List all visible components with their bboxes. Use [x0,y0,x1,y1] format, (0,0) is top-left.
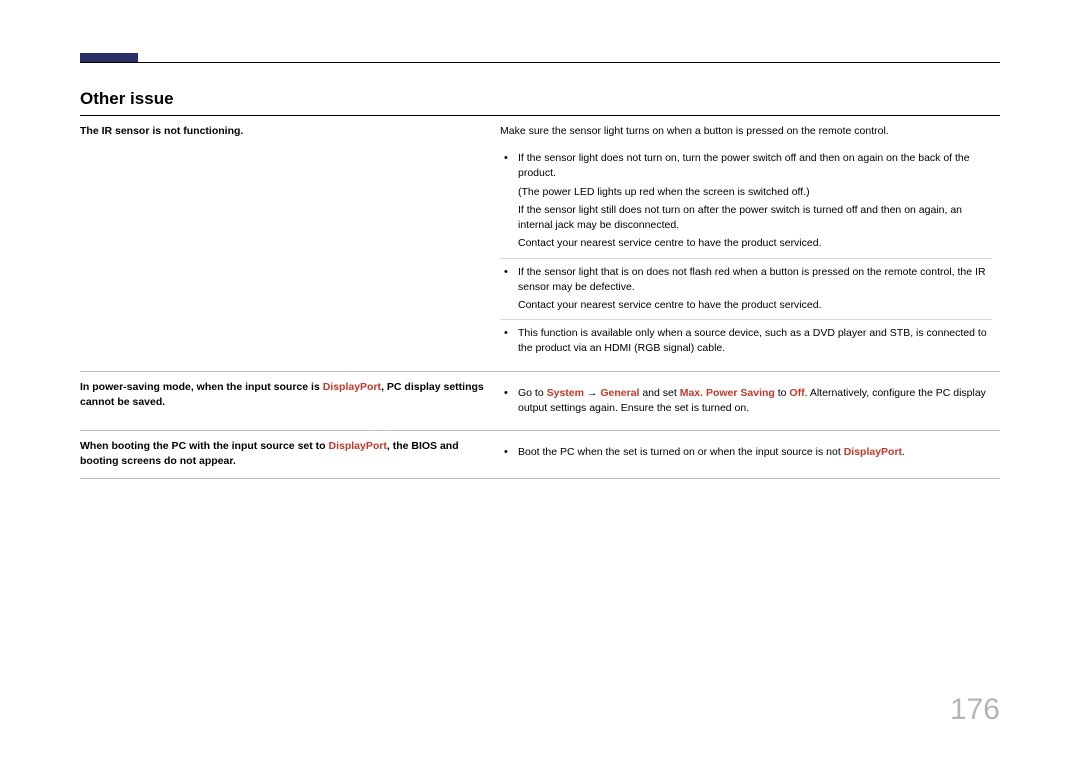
table-row: When booting the PC with the input sourc… [80,431,1000,478]
highlight-term: DisplayPort [329,440,387,452]
highlight-term: Max. Power Saving [680,387,775,399]
header-rule [80,62,1000,63]
table-row [80,478,1000,479]
table-row: In power-saving mode, when the input sou… [80,371,1000,430]
issue-cell: When booting the PC with the input sourc… [80,431,500,478]
issue-text: When booting the PC with the input sourc… [80,440,329,452]
solution-text: . [902,446,905,458]
list-item: Go to System → General and set Max. Powe… [500,380,992,422]
solution-list: Go to System → General and set Max. Powe… [500,380,992,422]
highlight-term: System [547,387,584,399]
issue-text: In power-saving mode, when the input sou… [80,381,323,393]
solution-text: to [775,387,790,399]
highlight-term: DisplayPort [844,446,902,458]
list-item: If the sensor light does not turn on, tu… [500,145,992,257]
solution-text: If the sensor light still does not turn … [518,203,992,233]
list-item: Boot the PC when the set is turned on or… [500,439,992,466]
table-row: The IR sensor is not functioning. Make s… [80,116,1000,372]
highlight-term: DisplayPort [323,381,381,393]
arrow-icon: → [584,387,600,399]
list-item: If the sensor light that is on does not … [500,258,992,320]
solution-text: Go to [518,387,547,399]
solution-intro: Make sure the sensor light turns on when… [500,124,992,139]
solution-text: This function is available only when a s… [518,327,987,354]
issue-cell: The IR sensor is not functioning. [80,116,500,372]
solution-cell: Boot the PC when the set is turned on or… [500,431,1000,478]
solution-text: Contact your nearest service centre to h… [518,236,992,251]
highlight-term: General [600,387,639,399]
solution-text: Boot the PC when the set is turned on or… [518,446,844,458]
troubleshooting-table: The IR sensor is not functioning. Make s… [80,115,1000,479]
highlight-term: Off [789,387,804,399]
solution-text: and set [639,387,679,399]
section-title: Other issue [80,89,1000,109]
solution-list: If the sensor light does not turn on, tu… [500,145,992,362]
solution-list: Boot the PC when the set is turned on or… [500,439,992,466]
solution-cell: Go to System → General and set Max. Powe… [500,371,1000,430]
solution-text: If the sensor light that is on does not … [518,266,986,293]
document-page: Other issue The IR sensor is not functio… [0,0,1080,519]
header-accent-bar [80,53,138,62]
list-item: This function is available only when a s… [500,319,992,362]
issue-text: The IR sensor is not functioning. [80,125,243,137]
issue-cell: In power-saving mode, when the input sou… [80,371,500,430]
page-number: 176 [950,693,1000,727]
solution-cell: Make sure the sensor light turns on when… [500,116,1000,372]
solution-text: (The power LED lights up red when the sc… [518,185,992,200]
solution-text: Contact your nearest service centre to h… [518,298,992,313]
solution-text: If the sensor light does not turn on, tu… [518,152,970,179]
